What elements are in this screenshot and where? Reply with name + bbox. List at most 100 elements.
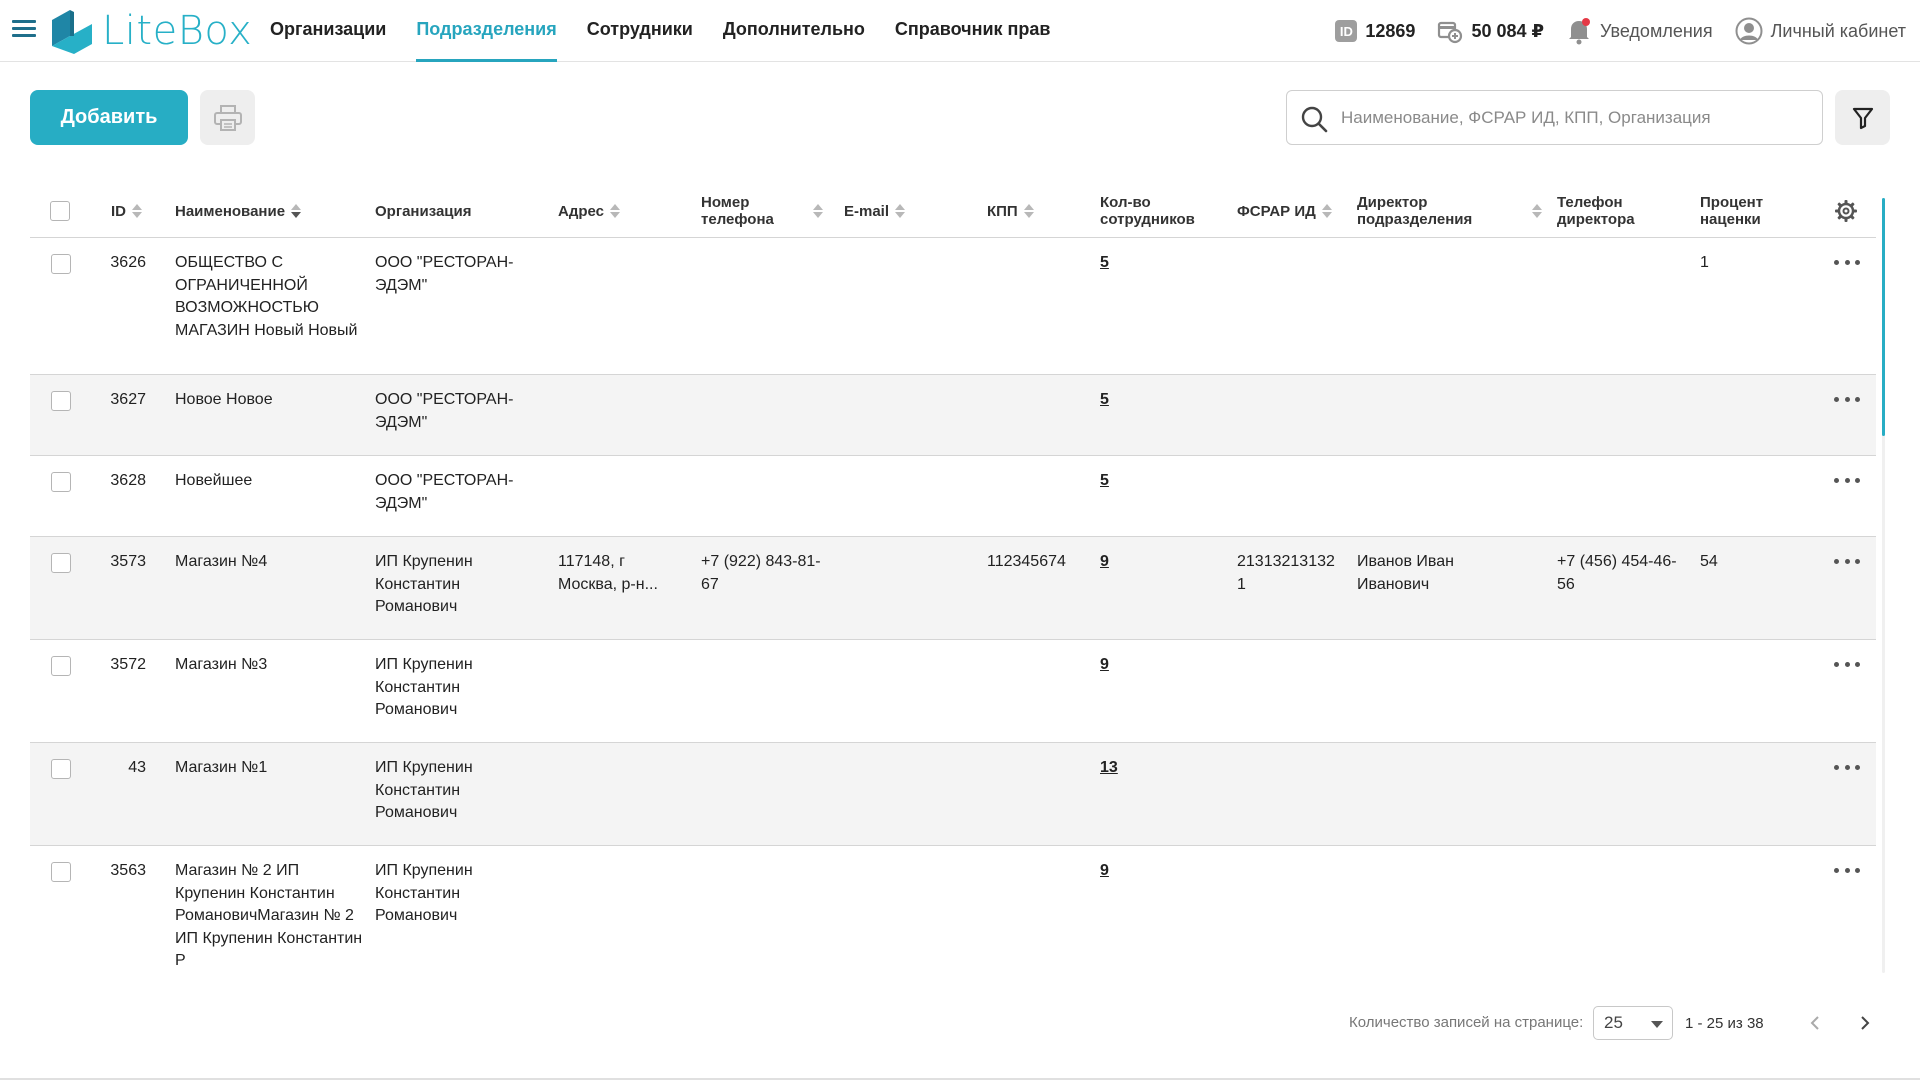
prev-page-button[interactable]	[1800, 1008, 1830, 1038]
table-row[interactable]: 3563 Магазин № 2 ИП Крупенин Константин …	[30, 846, 1876, 980]
nav-employees[interactable]: Сотрудники	[587, 0, 693, 62]
nav-additional[interactable]: Дополнительно	[723, 0, 865, 62]
cell-organization: ООО "РЕСТОРАН-ЭДЭМ"	[375, 472, 514, 512]
col-fsrar[interactable]: ФСРАР ИД	[1237, 185, 1332, 237]
more-dot-icon	[1844, 661, 1850, 667]
table-row[interactable]: 3627 Новое Новое ООО "РЕСТОРАН-ЭДЭМ" 5	[30, 375, 1876, 456]
row-actions-button[interactable]	[1834, 470, 1860, 490]
row-checkbox[interactable]	[51, 553, 71, 573]
chevron-right-icon	[1861, 1016, 1870, 1030]
personal-cabinet-label: Личный кабинет	[1770, 20, 1906, 41]
select-all-checkbox[interactable]	[50, 201, 70, 221]
sort-icon	[1532, 203, 1542, 219]
sort-desc-icon	[291, 203, 302, 219]
search-icon	[1301, 106, 1328, 133]
sort-icon	[813, 203, 823, 219]
logo[interactable]: LiteBox	[48, 4, 252, 58]
notifications[interactable]: Уведомления	[1566, 17, 1713, 45]
table-row[interactable]: 3628 Новейшее ООО "РЕСТОРАН-ЭДЭМ" 5	[30, 456, 1876, 537]
cell-name: Магазин № 2 ИП Крупенин Константин Роман…	[175, 862, 363, 969]
col-name-label: Наименование	[175, 202, 286, 220]
cell-phone: +7 (922) 843-81-67	[701, 553, 821, 593]
table-row[interactable]: 43 Магазин №1 ИП Крупенин Константин Ром…	[30, 743, 1876, 846]
search-input[interactable]	[1341, 99, 1811, 137]
row-actions-button[interactable]	[1834, 551, 1860, 571]
row-checkbox[interactable]	[51, 862, 71, 882]
col-id-label: ID	[111, 202, 126, 220]
print-button[interactable]	[200, 90, 255, 145]
cell-employees-link[interactable]: 5	[1100, 470, 1109, 493]
sort-icon	[1023, 203, 1034, 219]
more-dot-icon	[1834, 259, 1839, 265]
col-name[interactable]: Наименование	[175, 185, 302, 237]
cell-employees-link[interactable]: 9	[1100, 654, 1109, 677]
cell-employees-link[interactable]: 13	[1100, 757, 1118, 780]
table-row[interactable]: 3626 ОБЩЕСТВО С ОГРАНИЧЕННОЙ ВОЗМОЖНОСТЬ…	[30, 238, 1876, 375]
more-dot-icon	[1855, 661, 1860, 667]
col-phone[interactable]: Номер телефона	[701, 185, 829, 237]
row-checkbox-wrap	[51, 759, 71, 779]
col-markup[interactable]: Процент наценки	[1700, 185, 1790, 237]
col-address[interactable]: Адрес	[558, 185, 621, 237]
gear-icon	[1835, 200, 1857, 222]
col-director-phone[interactable]: Телефон директора	[1557, 185, 1657, 237]
per-page-value: 25	[1604, 1013, 1623, 1032]
sort-icon	[1321, 203, 1332, 219]
row-checkbox[interactable]	[51, 472, 71, 492]
top-header: LiteBox Организации Подразделения Сотруд…	[0, 0, 1920, 62]
logo-text: LiteBox	[102, 8, 253, 54]
row-checkbox[interactable]	[51, 759, 71, 779]
cell-id: 3627	[110, 391, 146, 408]
row-checkbox[interactable]	[51, 391, 71, 411]
col-employees-label: Кол-во сотрудников	[1100, 194, 1195, 228]
personal-cabinet[interactable]: Личный кабинет	[1735, 17, 1906, 45]
cell-markup: 54	[1700, 553, 1718, 570]
cell-kpp: 112345674	[987, 553, 1066, 570]
menu-icon[interactable]	[12, 20, 36, 40]
row-actions-button[interactable]	[1834, 860, 1860, 880]
balance-value: 50 084 ₽	[1471, 20, 1545, 41]
cell-employees-link[interactable]: 5	[1100, 252, 1109, 275]
cell-employees-link[interactable]: 9	[1100, 551, 1109, 574]
cell-id: 43	[128, 759, 146, 776]
col-director-phone-label: Телефон директора	[1557, 194, 1635, 228]
table-row[interactable]: 3573 Магазин №4 ИП Крупенин Константин Р…	[30, 537, 1876, 640]
balance[interactable]: 50 084 ₽	[1437, 18, 1544, 44]
cell-name: Новое Новое	[175, 391, 273, 408]
row-actions-button[interactable]	[1834, 757, 1860, 777]
row-actions-button[interactable]	[1834, 654, 1860, 674]
scrollbar-thumb[interactable]	[1882, 198, 1885, 436]
row-actions-button[interactable]	[1834, 252, 1860, 272]
row-actions-button[interactable]	[1834, 389, 1860, 409]
cell-id: 3563	[110, 862, 146, 879]
cell-employees-link[interactable]: 9	[1100, 860, 1109, 883]
nav-rights-reference[interactable]: Справочник прав	[895, 0, 1051, 62]
row-checkbox[interactable]	[51, 254, 71, 274]
col-employees[interactable]: Кол-во сотрудников	[1100, 185, 1200, 237]
table-row[interactable]: 3572 Магазин №3 ИП Крупенин Константин Р…	[30, 640, 1876, 743]
col-id[interactable]: ID	[111, 185, 142, 237]
main-nav: Организации Подразделения Сотрудники Доп…	[270, 0, 1081, 62]
more-dot-icon	[1834, 396, 1839, 402]
cell-name: Магазин №4	[175, 553, 268, 570]
col-organization[interactable]: Организация	[375, 185, 472, 237]
row-checkbox-wrap	[51, 254, 71, 274]
nav-organizations[interactable]: Организации	[270, 0, 386, 62]
row-checkbox-wrap	[51, 862, 71, 882]
subdivisions-table: ID Наименование Организация Адрес Номер …	[30, 185, 1876, 980]
more-dot-icon	[1855, 764, 1860, 770]
sort-icon	[132, 203, 142, 219]
add-button[interactable]: Добавить	[30, 90, 188, 145]
sort-icon	[895, 203, 906, 219]
more-dot-icon	[1844, 764, 1850, 770]
next-page-button[interactable]	[1850, 1008, 1880, 1038]
col-director[interactable]: Директор подразделения	[1357, 185, 1567, 237]
nav-subdivisions[interactable]: Подразделения	[416, 0, 557, 62]
filter-button[interactable]	[1835, 90, 1890, 145]
col-kpp[interactable]: КПП	[987, 185, 1034, 237]
columns-settings-button[interactable]	[1834, 185, 1858, 237]
cell-employees-link[interactable]: 5	[1100, 389, 1109, 412]
row-checkbox[interactable]	[51, 656, 71, 676]
col-email[interactable]: E-mail	[844, 185, 906, 237]
per-page-select[interactable]: 25	[1593, 1006, 1673, 1040]
